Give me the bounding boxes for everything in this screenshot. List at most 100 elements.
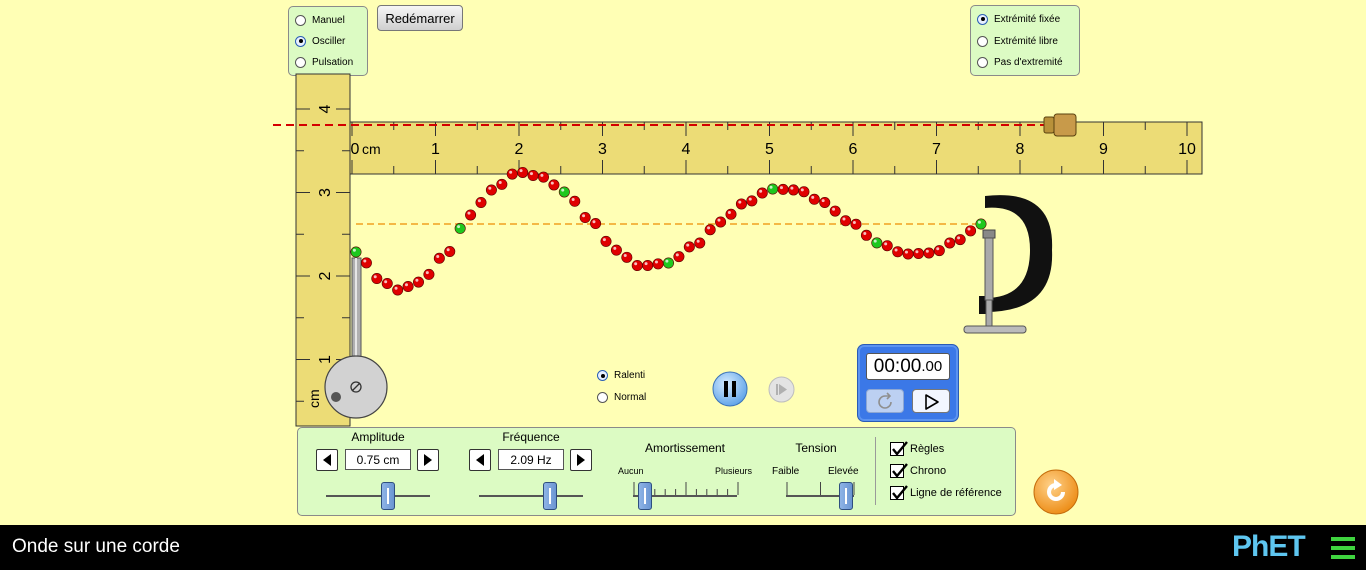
speed-label-slow: Ralenti — [614, 370, 646, 381]
string-bead — [590, 218, 602, 230]
frequency-slider-track[interactable] — [479, 495, 583, 497]
amplitude-decrease-button[interactable] — [316, 449, 338, 471]
horizontal-ruler-tick-label: 2 — [515, 141, 524, 158]
string-bead — [850, 218, 862, 230]
timer-checkbox[interactable] — [890, 463, 908, 478]
stopwatch[interactable]: 00:00.00 — [857, 344, 959, 422]
checkmark-icon — [892, 485, 908, 500]
right-arrow-icon — [577, 454, 585, 466]
tension-max-label: Elevée — [828, 466, 859, 477]
speed-option-normal[interactable]: Normal — [597, 392, 646, 403]
frequency-value: 2.09 Hz — [498, 449, 564, 470]
string-bead-marker — [454, 222, 466, 234]
step-button[interactable] — [768, 376, 795, 403]
damping-min-label: Aucun — [618, 466, 644, 476]
string-bead-marker — [975, 218, 987, 230]
speed-label-normal: Normal — [614, 392, 647, 403]
string-bead — [569, 195, 581, 207]
left-arrow-icon — [323, 454, 331, 466]
amplitude-increase-button[interactable] — [417, 449, 439, 471]
string-beads[interactable] — [350, 166, 987, 296]
timer-checkbox-label: Chrono — [910, 465, 947, 477]
reference-line-handle[interactable] — [1043, 113, 1077, 137]
string-bead — [715, 216, 727, 228]
rulers-checkbox-label: Règles — [910, 443, 945, 455]
string-bead — [735, 198, 747, 210]
horizontal-ruler-tick-label: 6 — [849, 141, 858, 158]
damping-slider-thumb[interactable] — [638, 482, 653, 510]
string-bead — [423, 268, 435, 280]
string-bead-marker — [350, 246, 362, 258]
string-bead-marker — [662, 257, 674, 269]
string-bead — [621, 251, 633, 263]
rulers-checkbox-row[interactable]: Règles — [890, 439, 944, 459]
string-bead — [933, 245, 945, 257]
string-bead — [381, 277, 393, 289]
frequency-increase-button[interactable] — [570, 449, 592, 471]
string-bead — [881, 240, 893, 252]
stopwatch-reset-button[interactable] — [866, 389, 904, 413]
damping-max-label: Plusieurs — [715, 466, 753, 476]
menu-icon[interactable] — [1331, 537, 1355, 559]
amplitude-slider-thumb[interactable] — [381, 482, 396, 510]
tension-slider-thumb[interactable] — [838, 482, 853, 510]
frequency-label: Fréquence — [502, 430, 560, 444]
sim-title: Onde sur une corde — [12, 536, 180, 557]
vertical-ruler-tick-label: 4 — [317, 104, 334, 113]
amplitude-value: 0.75 cm — [345, 449, 411, 470]
string-bead — [777, 183, 789, 195]
string-bead — [517, 166, 529, 178]
string-bead — [808, 193, 820, 205]
reset-all-button[interactable] — [1032, 468, 1080, 516]
string-bead — [860, 229, 872, 241]
reference-line-checkbox-row[interactable]: Ligne de référence — [890, 483, 1002, 503]
string-bead — [433, 252, 445, 264]
reset-icon — [878, 392, 892, 409]
timer-checkbox-row[interactable]: Chrono — [890, 461, 946, 481]
string-bead — [444, 246, 456, 258]
pause-button[interactable] — [711, 370, 749, 408]
panel-divider — [875, 437, 876, 505]
string-bead — [496, 178, 508, 190]
horizontal-ruler-unit: cm — [362, 141, 381, 157]
amplitude-label: Amplitude — [351, 430, 405, 444]
speed-option-slow[interactable]: Ralenti — [597, 370, 645, 381]
string-bead — [600, 235, 612, 247]
checkmark-icon — [892, 441, 908, 456]
vertical-ruler-tick-label: 3 — [317, 188, 334, 197]
stopwatch-fraction: .00 — [921, 358, 943, 375]
frequency-slider-thumb[interactable] — [542, 482, 557, 510]
string-bead — [902, 248, 914, 260]
string-bead — [923, 247, 935, 259]
stopwatch-display: 00:00.00 — [866, 353, 950, 380]
string-bead — [912, 248, 924, 260]
string-bead — [683, 241, 695, 253]
string-bead-marker — [871, 237, 883, 249]
horizontal-ruler-tick-label: 10 — [1178, 141, 1196, 158]
amplitude-slider-track[interactable] — [326, 495, 430, 497]
radio-normal[interactable] — [597, 392, 608, 403]
rulers-checkbox[interactable] — [890, 441, 908, 456]
string-bead — [642, 259, 654, 271]
play-icon — [925, 394, 939, 410]
reference-line-checkbox[interactable] — [890, 485, 908, 500]
string-bead — [829, 205, 841, 217]
checkmark-icon — [892, 463, 908, 478]
pause-icon — [724, 381, 728, 397]
stopwatch-time: 00:00 — [873, 355, 922, 377]
radio-slow[interactable] — [597, 370, 608, 381]
string-bead-marker — [558, 186, 570, 198]
string-bead-marker — [767, 183, 779, 195]
string-bead — [579, 211, 591, 223]
stopwatch-play-button[interactable] — [912, 389, 950, 413]
vertical-ruler-unit: cm — [306, 389, 322, 408]
tension-min-label: Faible — [772, 466, 800, 477]
damping-label: Amortissement — [644, 441, 726, 455]
phet-logo[interactable]: PhET — [1232, 530, 1306, 563]
string-bead — [746, 195, 758, 207]
vertical-ruler-tick-label: 1 — [317, 355, 334, 364]
frequency-decrease-button[interactable] — [469, 449, 491, 471]
step-icon — [776, 384, 778, 395]
string-bead — [892, 246, 904, 258]
phet-logo-text: PhET — [1232, 530, 1306, 563]
